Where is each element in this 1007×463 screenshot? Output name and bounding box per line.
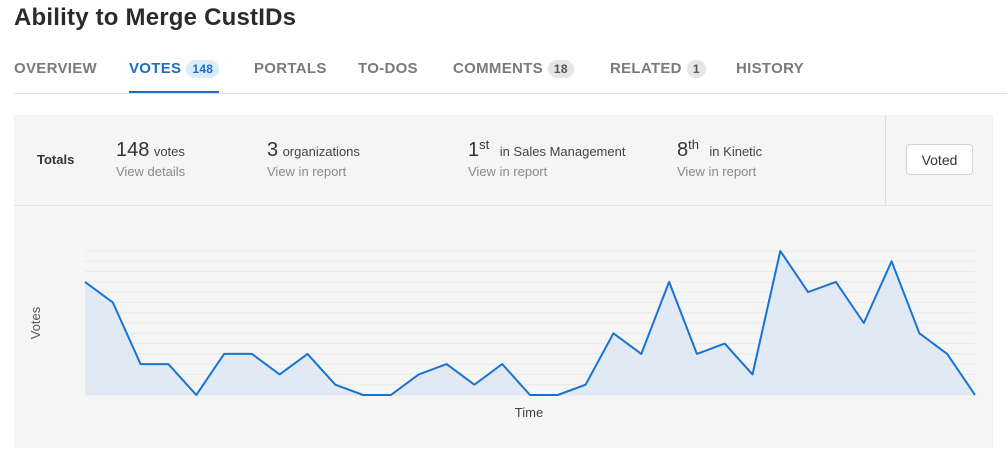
organizations-count: 3 [267,139,279,161]
tab-to-dos[interactable]: TO-DOS [358,50,418,92]
rank-kinetic-value: 8 [677,139,689,161]
tab-related[interactable]: RELATED 1 [610,50,706,92]
comments-count-badge: 18 [547,60,574,78]
votes-count-badge: 148 [186,60,220,78]
stat-organizations: 3 organizations View in report [267,139,360,179]
votes-unit: votes [153,144,185,159]
rank-sales-unit: in Sales Management [499,144,626,159]
organizations-unit: organizations [282,144,360,159]
totals-label: Totals [37,152,75,167]
tab-label: COMMENTS [453,60,543,77]
rank-sales-value: 1 [468,139,480,161]
y-axis-label: Votes [28,306,43,339]
view-details-link[interactable]: View details [116,164,185,179]
tab-comments[interactable]: COMMENTS 18 [453,50,574,92]
page-title: Ability to Merge CustIDs [14,4,297,31]
stat-rank-sales: 1st in Sales Management View in report [468,137,626,179]
tab-portals[interactable]: PORTALS [254,50,327,92]
stat-rank-kinetic: 8th in Kinetic View in report [677,137,763,179]
votes-chart: Time Votes [14,206,993,448]
tab-votes[interactable]: VOTES 148 [129,50,220,93]
related-count-badge: 1 [686,60,706,78]
voted-button[interactable]: Voted [906,144,973,175]
votes-panel: Totals 148 votes View details 3 organiza… [14,115,993,448]
rank-sales-report-link[interactable]: View in report [468,164,625,179]
tab-label: RELATED [610,60,682,77]
tab-label: OVERVIEW [14,60,97,77]
totals-bar: Totals 148 votes View details 3 organiza… [14,115,993,206]
stat-votes: 148 votes View details [116,139,185,179]
rank-sales-suffix: st [479,137,490,152]
tab-history[interactable]: HISTORY [736,50,804,92]
rank-kinetic-unit: in Kinetic [709,144,763,159]
tab-label: TO-DOS [358,60,418,77]
rank-kinetic-suffix: th [688,137,699,152]
organizations-report-link[interactable]: View in report [267,164,360,179]
tab-overview[interactable]: OVERVIEW [14,50,97,92]
tab-label: HISTORY [736,60,804,77]
x-axis-label: Time [515,405,543,420]
tab-label: VOTES [129,60,182,77]
votes-total: 148 [116,139,150,161]
rank-kinetic-report-link[interactable]: View in report [677,164,762,179]
votes-chart-svg: Time Votes [28,250,976,420]
tab-label: PORTALS [254,60,327,77]
totals-divider [885,115,886,205]
tab-bar: OVERVIEW VOTES 148 PORTALS TO-DOS COMMEN… [14,50,1007,94]
